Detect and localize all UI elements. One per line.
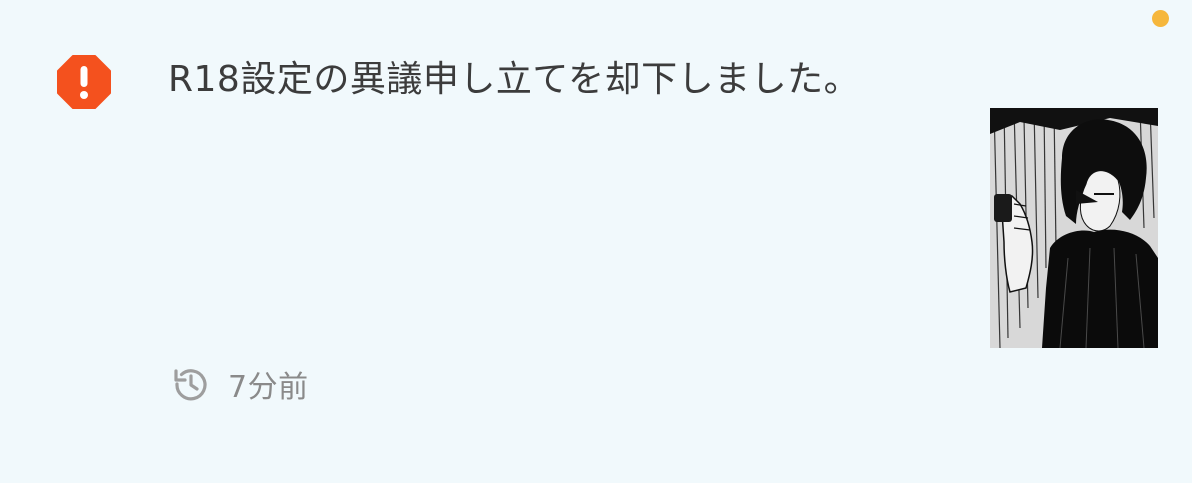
notification-item[interactable]: R18設定の異議申し立てを却下しました。 7分前 (0, 0, 1192, 483)
time-ago-label: 7分前 (228, 370, 309, 405)
timestamp: 7分前 (172, 362, 309, 406)
history-clock-icon (174, 369, 207, 401)
alert-octagon-icon (57, 55, 111, 109)
unread-indicator (1152, 10, 1169, 27)
manga-illustration-thumbnail[interactable] (990, 108, 1158, 348)
notification-message: R18設定の異議申し立てを却下しました。 (168, 59, 861, 100)
